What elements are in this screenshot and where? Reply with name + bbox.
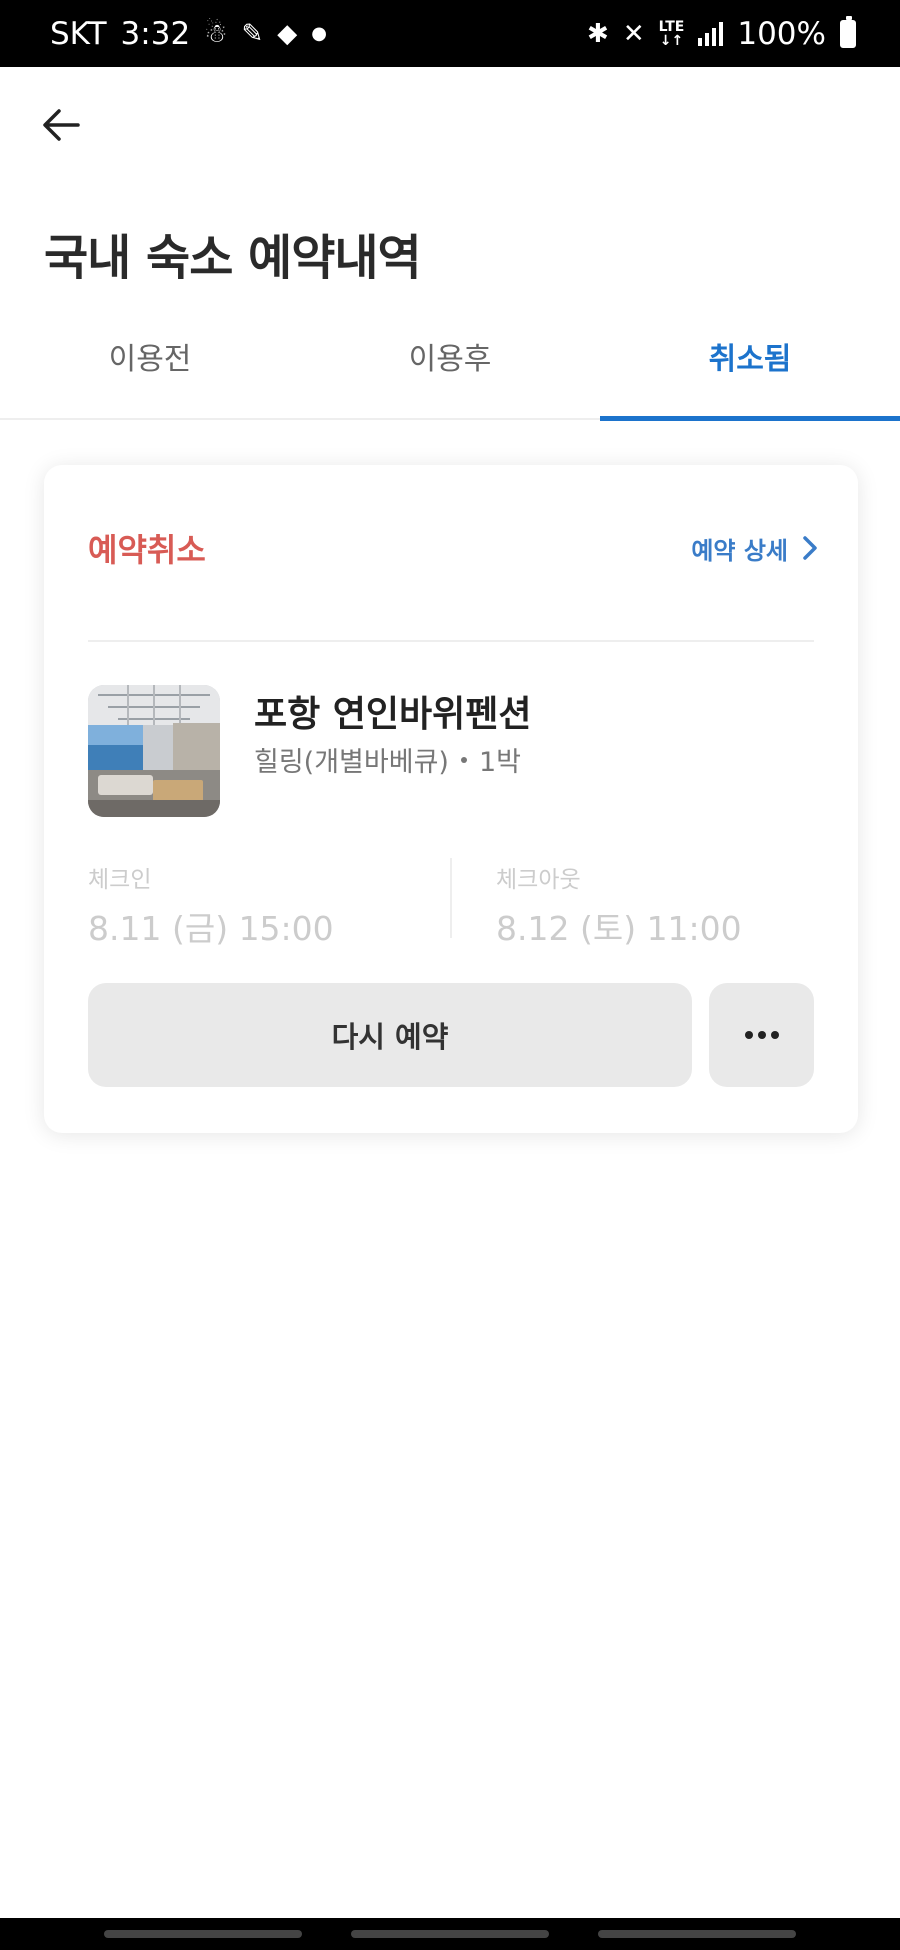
hotel-name[interactable]: 포항 연인바위펜션: [254, 685, 532, 737]
mute-icon: ✕: [622, 18, 645, 49]
checkin-value: 8.11 (금) 15:00: [88, 909, 334, 948]
carrier: SKT: [50, 15, 107, 52]
checkout-value: 8.12 (토) 11:00: [496, 909, 742, 948]
checkout-label: 체크아웃: [496, 867, 581, 893]
reservation-detail-label: 예약 상세: [691, 536, 788, 565]
back-button[interactable]: [36, 100, 86, 150]
more-dots-icon: [770, 1031, 779, 1039]
room-type: 힐링(개별바베큐): [254, 747, 449, 778]
status-right: ✱ ✕ LTE ↓↑ 100%: [587, 15, 856, 52]
reservation-card: 예약취소 예약 상세 포항 연인바위펜션 힐링(개별바베큐) 1박 체크인 8.…: [44, 465, 858, 1133]
battery-icon: [840, 15, 856, 48]
notification-app-icon: ☃: [204, 18, 228, 49]
network-type: LTE: [658, 18, 685, 35]
bluetooth-icon: ✱: [587, 18, 609, 49]
more-dots-icon: [744, 1031, 753, 1039]
checkin-block: 체크인 8.11 (금) 15:00: [88, 860, 334, 950]
status-left: SKT 3:32 ☃ ✎ ◆ ●: [50, 16, 327, 52]
room-info: 힐링(개별바베큐) 1박: [254, 740, 521, 779]
room-photo-image: [88, 685, 220, 817]
arrow-left-icon: [43, 109, 80, 141]
more-options-button[interactable]: [709, 983, 814, 1087]
hotel-thumbnail[interactable]: [88, 685, 220, 817]
tab-before-use[interactable]: 이용전: [0, 325, 300, 418]
tab-cancelled[interactable]: 취소됨: [600, 325, 900, 421]
checkout-block: 체크아웃 8.12 (토) 11:00: [496, 860, 742, 950]
signal-icon: [698, 21, 724, 46]
back-nav-button[interactable]: [597, 1930, 796, 1938]
status-bar: SKT 3:32 ☃ ✎ ◆ ● ✱ ✕ LTE ↓↑ 100%: [0, 0, 900, 67]
notification-pen-icon: ✎: [241, 18, 264, 49]
rebook-button[interactable]: 다시 예약: [88, 983, 692, 1087]
separator-dot: [460, 756, 467, 763]
divider: [88, 640, 814, 642]
tab-bar: 이용전 이용후 취소됨: [0, 325, 900, 421]
card-header: 예약취소 예약 상세: [88, 525, 818, 571]
lte-icon: LTE ↓↑: [658, 18, 685, 49]
page-title: 국내 숙소 예약내역: [44, 230, 422, 286]
clock: 3:32: [120, 15, 191, 52]
chevron-right-icon: [803, 536, 817, 560]
system-nav-bar: [0, 1918, 900, 1950]
status-badge: 예약취소: [88, 531, 206, 569]
check-divider: [450, 858, 452, 938]
home-button[interactable]: [350, 1930, 549, 1938]
battery-percent: 100%: [737, 15, 826, 52]
reservation-detail-link[interactable]: 예약 상세: [691, 531, 818, 566]
notification-tag-icon: ◆: [277, 18, 298, 49]
recent-apps-button[interactable]: [104, 1930, 303, 1938]
tab-after-use[interactable]: 이용후: [300, 325, 600, 418]
checkin-label: 체크인: [88, 867, 152, 893]
more-dots-icon: [757, 1031, 766, 1039]
more-notifications-icon: ●: [311, 22, 327, 44]
nights: 1박: [478, 747, 521, 778]
